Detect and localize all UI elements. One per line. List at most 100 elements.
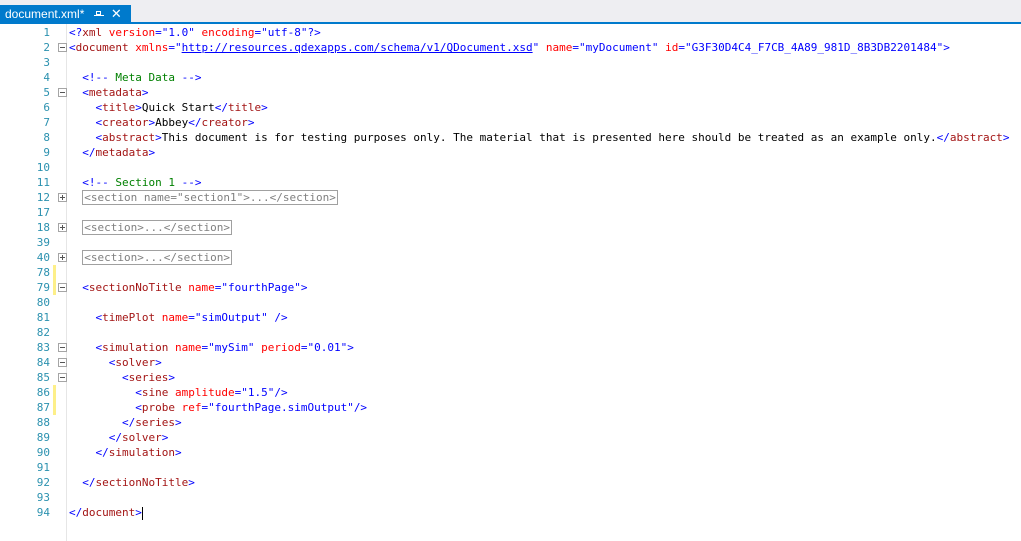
code-line[interactable]: 7 <creator>Abbey</creator> — [0, 115, 1021, 130]
code-line[interactable]: 40 <section>...</section> — [0, 250, 1021, 265]
line-number: 6 — [43, 101, 50, 114]
token: --> — [181, 71, 202, 84]
token: </ — [214, 101, 228, 114]
code-line[interactable]: 90 </simulation> — [0, 445, 1021, 460]
code-line[interactable]: 3 — [0, 55, 1021, 70]
code-text: <section>...</section> — [69, 220, 232, 235]
collapsed-region[interactable]: <section name="section1">...</section> — [82, 190, 338, 205]
collapse-icon[interactable] — [58, 343, 67, 352]
code-text: <probe ref="fourthPage.simOutput"/> — [69, 400, 367, 415]
tab-strip: document.xml* ✕ — [0, 0, 1021, 22]
token: " — [221, 281, 228, 294]
expand-icon[interactable] — [58, 223, 67, 232]
token: > — [300, 281, 308, 294]
code-line[interactable]: 86 <sine amplitude="1.5"/> — [0, 385, 1021, 400]
code-line[interactable]: 8 <abstract>This document is for testing… — [0, 130, 1021, 145]
token: > — [1002, 131, 1010, 144]
collapse-icon[interactable] — [58, 43, 67, 52]
collapse-icon[interactable] — [58, 358, 67, 367]
tab-title: document.xml* — [5, 6, 85, 21]
token: Abbey — [155, 116, 189, 129]
code-line[interactable]: 91 — [0, 460, 1021, 475]
tab-document-xml[interactable]: document.xml* ✕ — [0, 5, 131, 22]
code-line[interactable]: 10 — [0, 160, 1021, 175]
code-line[interactable]: 94 </document> — [0, 505, 1021, 520]
code-line[interactable]: 6 <title>Quick Start</title> — [0, 100, 1021, 115]
code-line[interactable]: 78 — [0, 265, 1021, 280]
token: </ — [936, 131, 950, 144]
collapse-icon[interactable] — [58, 88, 67, 97]
token: xml — [82, 26, 103, 39]
collapsed-region[interactable]: <section>...</section> — [82, 250, 232, 265]
token: " — [684, 41, 692, 54]
code-line[interactable]: 79 <sectionNoTitle name="fourthPage"> — [0, 280, 1021, 295]
code-line[interactable]: 84 <solver> — [0, 355, 1021, 370]
code-text: <sectionNoTitle name="fourthPage"> — [69, 280, 307, 295]
code-line[interactable]: 17 — [0, 205, 1021, 220]
code-line[interactable]: 9 </metadata> — [0, 145, 1021, 160]
code-text: <solver> — [69, 355, 162, 370]
token: amplitude — [168, 386, 235, 399]
code-line[interactable]: 81 <timePlot name="simOutput" /> — [0, 310, 1021, 325]
token: > — [174, 446, 182, 459]
code-line[interactable]: 93 — [0, 490, 1021, 505]
change-marker — [53, 400, 56, 415]
code-line[interactable]: 11 <!-- Section 1 --> — [0, 175, 1021, 190]
code-line[interactable]: 87 <probe ref="fourthPage.simOutput"/> — [0, 400, 1021, 415]
expand-icon[interactable] — [58, 193, 67, 202]
code-editor[interactable]: 1 <?xml version="1.0" encoding="utf-8"?> 2… — [0, 24, 1021, 541]
token: = — [188, 311, 195, 324]
token: " — [208, 401, 215, 414]
collapse-icon[interactable] — [58, 283, 67, 292]
collapsed-region[interactable]: <section>...</section> — [82, 220, 232, 235]
code-line[interactable]: 85 <series> — [0, 370, 1021, 385]
code-line[interactable]: 92 </sectionNoTitle> — [0, 475, 1021, 490]
token: creator — [201, 116, 248, 129]
token: = — [155, 26, 162, 39]
collapse-icon[interactable] — [58, 373, 67, 382]
code-line[interactable]: 5 <metadata> — [0, 85, 1021, 100]
token[interactable]: http://resources.qdexapps.com/schema/v1/… — [182, 41, 533, 54]
token: abstract — [949, 131, 1003, 144]
token: mySim — [214, 341, 248, 354]
code-line[interactable]: 88 </series> — [0, 415, 1021, 430]
token: > — [148, 146, 156, 159]
code-line[interactable]: 1 <?xml version="1.0" encoding="utf-8"?> — [0, 25, 1021, 40]
line-number: 94 — [36, 506, 50, 519]
code-line[interactable]: 80 — [0, 295, 1021, 310]
code-line[interactable]: 83 <simulation name="mySim" period="0.01… — [0, 340, 1021, 355]
token: simulation — [102, 341, 169, 354]
line-number: 12 — [36, 191, 50, 204]
line-number: 89 — [36, 431, 50, 444]
token: 1.0 — [168, 26, 189, 39]
code-line[interactable]: 82 — [0, 325, 1021, 340]
code-text: </simulation> — [69, 445, 182, 460]
token: < — [82, 281, 89, 294]
token: ?> — [307, 26, 321, 39]
code-text: </metadata> — [69, 145, 155, 160]
token: ref — [174, 401, 202, 414]
code-line[interactable]: 18 <section>...</section> — [0, 220, 1021, 235]
code-text: <simulation name="mySim" period="0.01"> — [69, 340, 354, 355]
token: /> — [274, 386, 288, 399]
close-icon[interactable]: ✕ — [110, 7, 122, 20]
code-text: <section>...</section> — [69, 250, 232, 265]
token: version — [102, 26, 156, 39]
token: This document is for testing purposes on… — [161, 131, 937, 144]
pin-icon[interactable] — [94, 9, 105, 19]
line-number: 78 — [36, 266, 50, 279]
text-caret — [141, 506, 143, 520]
token: series — [135, 416, 175, 429]
code-line[interactable]: 89 </solver> — [0, 430, 1021, 445]
code-line[interactable]: 39 — [0, 235, 1021, 250]
token: series — [128, 371, 169, 384]
token: </ — [69, 506, 83, 519]
token: Section 1 — [108, 176, 182, 189]
token: sectionNoTitle — [88, 281, 182, 294]
expand-icon[interactable] — [58, 253, 67, 262]
token: document — [82, 506, 136, 519]
code-line[interactable]: 2 <document xmlns="http://resources.qdexa… — [0, 40, 1021, 55]
line-number: 82 — [36, 326, 50, 339]
code-line[interactable]: 4 <!-- Meta Data --> — [0, 70, 1021, 85]
code-line[interactable]: 12 <section name="section1">...</section… — [0, 190, 1021, 205]
